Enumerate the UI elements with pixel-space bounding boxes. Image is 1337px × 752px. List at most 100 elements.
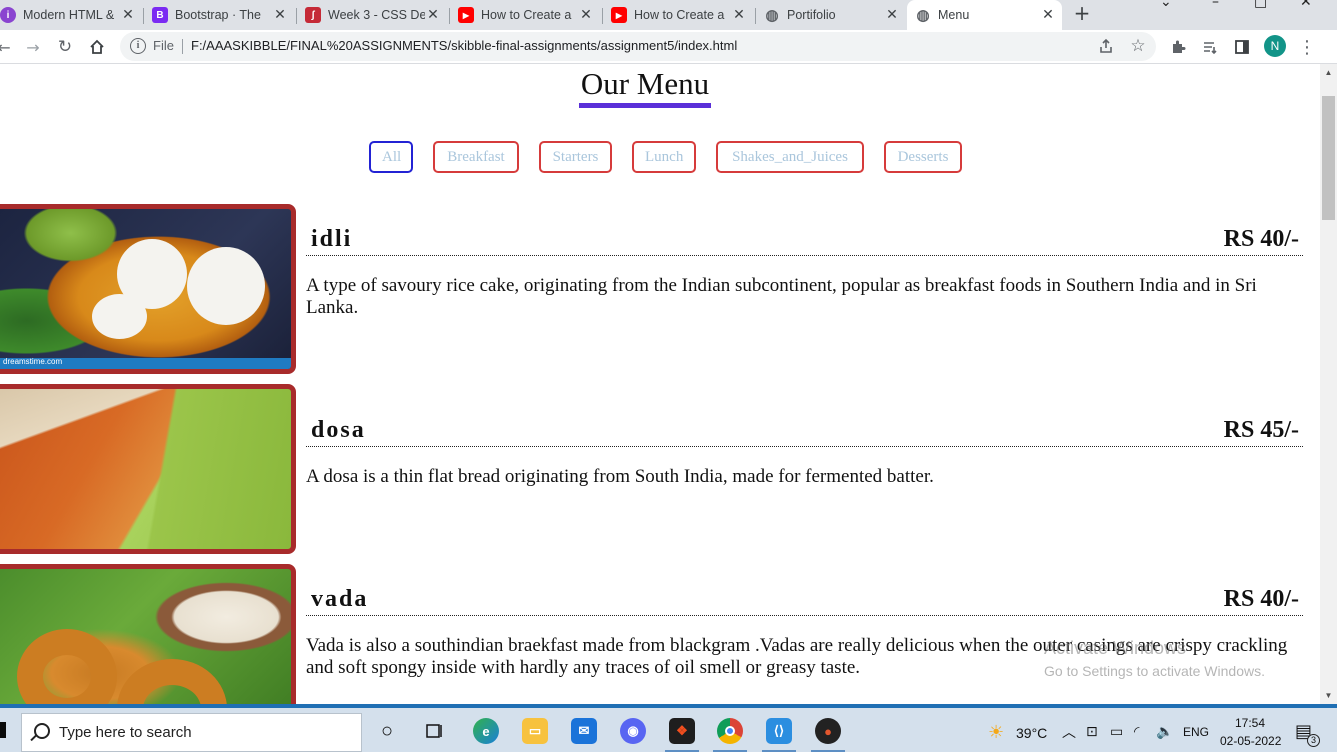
maximize-button[interactable]: □	[1254, 0, 1267, 10]
close-window-button[interactable]: ✕	[1300, 0, 1312, 10]
url-text[interactable]: F:/AAASKIBBLE/FINAL%20ASSIGNMENTS/skibbl…	[191, 38, 737, 53]
omnibox-divider	[182, 39, 183, 54]
side-panel-icon[interactable]	[1232, 37, 1252, 57]
forward-icon[interactable]: →	[23, 37, 43, 57]
chevron-up-icon[interactable]: ︿	[1062, 722, 1076, 742]
close-icon[interactable]: ✕	[425, 7, 441, 23]
tab-youtube-1[interactable]: ▶ How to Create a ✕	[450, 0, 600, 30]
battery-icon[interactable]: ▭	[1110, 724, 1123, 740]
media-player-icon[interactable]: ●	[811, 718, 845, 752]
youtube-icon: ▶	[611, 7, 627, 23]
weather-sun-icon[interactable]: ☀	[988, 722, 1004, 743]
home-icon[interactable]	[87, 37, 107, 57]
wifi-icon[interactable]: ◜	[1134, 724, 1139, 740]
profile-avatar[interactable]: N	[1264, 35, 1286, 57]
figma-icon[interactable]: ❖	[665, 718, 699, 752]
reading-list-icon[interactable]	[1200, 37, 1220, 57]
skillshare-icon: ʃ	[305, 7, 321, 23]
item-description: A dosa is a thin flat bread originating …	[306, 466, 934, 487]
meet-now-icon[interactable]: ⊡	[1086, 724, 1098, 740]
tab-search-icon[interactable]: ⌄	[1160, 0, 1172, 10]
tab-modern-html[interactable]: i Modern HTML & ✕	[0, 0, 142, 30]
discord-icon[interactable]: ◉	[620, 718, 646, 744]
vertical-scrollbar[interactable]: ▲ ▼	[1320, 64, 1337, 704]
address-bar[interactable]: i File F:/AAASKIBBLE/FINAL%20ASSIGNMENTS…	[120, 32, 1156, 61]
youtube-icon: ▶	[458, 7, 474, 23]
task-view-icon[interactable]	[422, 718, 448, 744]
purple-circle-icon: i	[0, 7, 16, 23]
filter-desserts-button[interactable]: Desserts	[884, 141, 962, 173]
browser-tab-strip: i Modern HTML & ✕ B Bootstrap · The ✕ ʃ …	[0, 0, 1337, 30]
search-icon	[34, 723, 50, 739]
filter-starters-button[interactable]: Starters	[539, 141, 612, 173]
tab-title: Menu	[938, 8, 970, 22]
item-price: RS 40/-	[1223, 226, 1299, 252]
reload-icon[interactable]: ↻	[55, 37, 75, 57]
filter-lunch-button[interactable]: Lunch	[632, 141, 696, 173]
clock-time[interactable]: 17:54	[1235, 716, 1265, 730]
language-indicator[interactable]: ENG	[1183, 725, 1209, 739]
bookmark-star-icon[interactable]: ☆	[1128, 36, 1148, 56]
globe-icon: ◍	[916, 7, 930, 24]
windows-taskbar: Type here to search ○ e ▭ ✉ ◉ ❖ ⟨⟩ ● ☀ 3…	[0, 704, 1337, 752]
watermark-title: Activate Windows	[1044, 638, 1187, 658]
taskbar-accent-line	[0, 704, 1337, 708]
menu-item-vada: vada RS 40/- Vada is also a southindian …	[0, 564, 1305, 704]
volume-icon[interactable]: 🔈	[1156, 724, 1173, 740]
mail-icon[interactable]: ✉	[571, 718, 597, 744]
new-tab-button[interactable]: +	[1072, 3, 1092, 23]
close-icon[interactable]: ✕	[578, 7, 594, 23]
tab-title: How to Create a	[634, 8, 725, 22]
idli-image: dreamstime.com	[0, 204, 296, 374]
close-icon[interactable]: ✕	[120, 7, 136, 23]
tab-title: Bootstrap · The	[175, 8, 261, 22]
page-viewport: Our Menu All Breakfast Starters Lunch Sh…	[0, 64, 1337, 704]
scroll-up-arrow-icon[interactable]: ▲	[1320, 64, 1337, 81]
scroll-down-arrow-icon[interactable]: ▼	[1320, 687, 1337, 704]
taskbar-search-box[interactable]: Type here to search	[21, 713, 362, 752]
back-icon[interactable]: ←	[0, 37, 14, 57]
tab-menu[interactable]: ◍ Menu ✕	[907, 0, 1062, 30]
bootstrap-icon: B	[152, 7, 168, 23]
close-icon[interactable]: ✕	[272, 7, 288, 23]
close-icon[interactable]: ✕	[1040, 7, 1056, 23]
tab-bootstrap[interactable]: B Bootstrap · The ✕	[144, 0, 294, 30]
page-title: Our Menu	[0, 66, 1290, 108]
tab-youtube-2[interactable]: ▶ How to Create a ✕	[603, 0, 753, 30]
share-icon[interactable]	[1096, 36, 1116, 56]
item-name: dosa	[311, 417, 366, 443]
idli-piece	[187, 247, 265, 325]
menu-item-idli: dreamstime.com idli RS 40/- A type of sa…	[0, 204, 1305, 374]
vscode-icon[interactable]: ⟨⟩	[762, 718, 796, 752]
tab-title: Portifolio	[787, 8, 836, 22]
minimize-button[interactable]: –	[1212, 0, 1219, 10]
item-header: idli RS 40/-	[306, 226, 1303, 256]
start-button-edge[interactable]	[0, 722, 6, 738]
close-icon[interactable]: ✕	[884, 7, 900, 23]
kebab-menu-icon[interactable]: ⋮	[1297, 37, 1317, 58]
item-price: RS 40/-	[1223, 586, 1299, 612]
item-header: vada RS 40/-	[306, 586, 1303, 616]
extensions-icon[interactable]	[1168, 37, 1188, 57]
tab-week3-css[interactable]: ʃ Week 3 - CSS De ✕	[297, 0, 447, 30]
weather-temperature[interactable]: 39°C	[1016, 725, 1047, 741]
close-icon[interactable]: ✕	[731, 7, 747, 23]
filter-all-button[interactable]: All	[369, 141, 413, 173]
item-description: A type of savoury rice cake, originating…	[306, 275, 1257, 318]
tab-title: How to Create a	[481, 8, 572, 22]
info-icon[interactable]: i	[130, 38, 146, 54]
vada-piece	[117, 659, 227, 704]
menu-item-dosa: dosa RS 45/- A dosa is a thin flat bread…	[0, 384, 1305, 554]
file-explorer-icon[interactable]: ▭	[522, 718, 548, 744]
scheme-label: File	[153, 38, 174, 53]
chrome-icon[interactable]	[713, 718, 747, 752]
clock-date[interactable]: 02-05-2022	[1220, 734, 1281, 748]
filter-breakfast-button[interactable]: Breakfast	[433, 141, 519, 173]
filter-shakes-juices-button[interactable]: Shakes_and_Juices	[716, 141, 864, 173]
cortana-icon[interactable]: ○	[374, 718, 400, 744]
edge-icon[interactable]: e	[473, 718, 499, 744]
scrollbar-thumb[interactable]	[1322, 96, 1335, 220]
tab-portifolio[interactable]: ◍ Portifolio ✕	[756, 0, 906, 30]
search-placeholder: Type here to search	[59, 724, 192, 741]
notification-count-badge: 3	[1307, 734, 1320, 747]
